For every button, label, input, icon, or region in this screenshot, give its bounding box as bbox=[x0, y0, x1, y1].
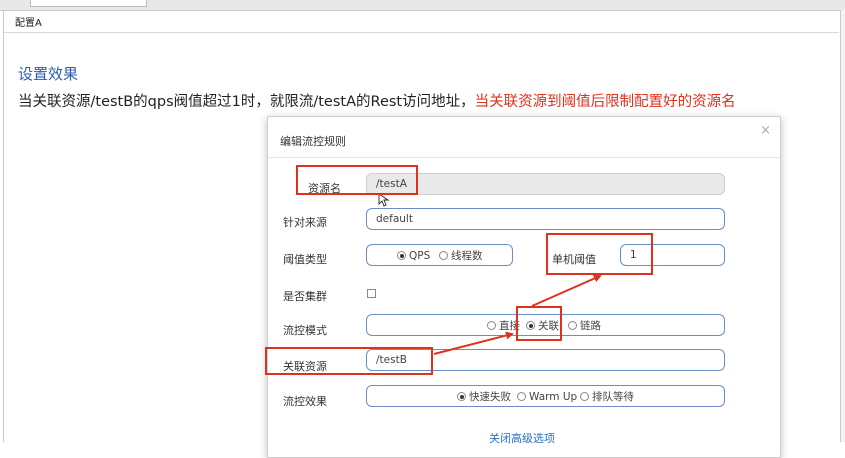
page-title: 配置A bbox=[15, 18, 42, 29]
limit-app-label: 针对来源 bbox=[283, 216, 327, 229]
radio-icon bbox=[487, 321, 496, 330]
radio-icon bbox=[526, 321, 535, 330]
single-threshold-input[interactable]: 1 bbox=[620, 244, 725, 266]
radio-icon bbox=[397, 251, 406, 260]
radio-icon bbox=[568, 321, 577, 330]
single-threshold-label: 单机阈值 bbox=[552, 253, 596, 266]
effect-fast-fail[interactable]: 快速失败 bbox=[453, 386, 511, 408]
radio-icon bbox=[580, 392, 589, 401]
control-effect-label: 流控效果 bbox=[283, 395, 327, 408]
description-text: 当关联资源/testB的qps阀值超过1时，就限流/testA的Rest访问地址… bbox=[18, 90, 736, 111]
limit-app-input[interactable]: default bbox=[366, 208, 725, 230]
scrollbar[interactable] bbox=[841, 10, 845, 442]
radio-icon bbox=[439, 251, 448, 260]
ref-resource-input[interactable]: /testB bbox=[366, 349, 725, 371]
radio-icon bbox=[517, 392, 526, 401]
effect-queue[interactable]: 排队等待 bbox=[576, 386, 634, 408]
strategy-relate[interactable]: 关联 bbox=[522, 315, 559, 337]
section-heading: 设置效果 bbox=[18, 65, 79, 83]
threshold-type-thread[interactable]: 线程数 bbox=[435, 245, 483, 267]
dialog-title: 编辑流控规则 bbox=[280, 135, 346, 148]
threshold-type-qps[interactable]: QPS bbox=[393, 245, 430, 267]
ref-resource-label: 关联资源 bbox=[283, 360, 327, 373]
browser-tab[interactable] bbox=[30, 0, 147, 7]
cluster-label: 是否集群 bbox=[283, 290, 327, 303]
divider bbox=[4, 32, 839, 33]
description-emphasis: 当关联资源到阈值后限制配置好的资源名 bbox=[474, 94, 736, 110]
edit-flow-rule-dialog: 编辑流控规则 × 资源名 /testA 针对来源 default 阈值类型 QP… bbox=[267, 116, 781, 458]
resource-name-input[interactable]: /testA bbox=[366, 173, 725, 195]
strategy-direct[interactable]: 直接 bbox=[483, 315, 520, 337]
strategy-group: 直接 关联 链路 bbox=[366, 314, 725, 336]
strategy-label: 流控模式 bbox=[283, 324, 327, 337]
description-plain: 当关联资源/testB的qps阀值超过1时，就限流/testA的Rest访问地址… bbox=[18, 94, 475, 110]
effect-warm-up[interactable]: Warm Up bbox=[513, 386, 577, 408]
strategy-chain[interactable]: 链路 bbox=[564, 315, 601, 337]
threshold-type-group: QPS 线程数 bbox=[366, 244, 513, 266]
radio-icon bbox=[457, 392, 466, 401]
toggle-advanced-link[interactable]: 关闭高级选项 bbox=[489, 430, 555, 446]
mouse-cursor-icon bbox=[378, 193, 390, 207]
control-effect-group: 快速失败 Warm Up 排队等待 bbox=[366, 385, 725, 407]
cluster-checkbox[interactable] bbox=[367, 289, 376, 298]
close-icon[interactable]: × bbox=[760, 123, 771, 138]
dialog-divider bbox=[268, 157, 780, 158]
threshold-type-label: 阈值类型 bbox=[283, 253, 327, 266]
resource-name-label: 资源名 bbox=[308, 182, 341, 195]
